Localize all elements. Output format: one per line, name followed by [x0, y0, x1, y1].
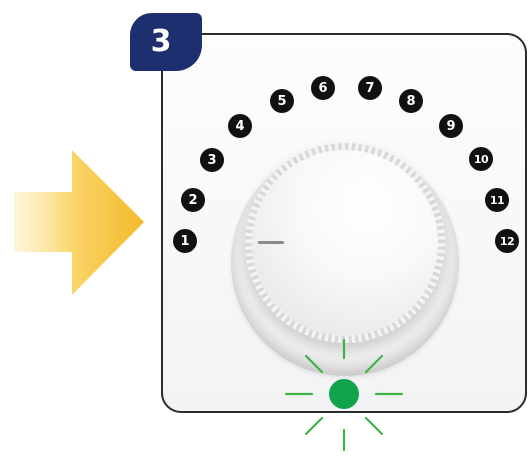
dial-number-8: 8 [399, 89, 423, 113]
dial-number-1: 1 [173, 229, 197, 253]
dial-number-9: 9 [439, 114, 463, 138]
dial-number-7: 7 [358, 76, 382, 100]
knob-indicator-mark [258, 241, 284, 244]
dial-number-3: 3 [200, 148, 224, 172]
step-badge: 3 [130, 13, 202, 71]
dial-number-12: 12 [495, 229, 519, 253]
dial-number-11: 11 [485, 188, 509, 212]
step-number: 3 [150, 23, 172, 59]
dial-number-10: 10 [469, 147, 493, 171]
right-arrow-icon [14, 150, 144, 295]
thermostat-illustration: 3 1 2 3 4 5 6 7 8 9 10 11 12 [0, 0, 529, 457]
dial-number-6: 6 [311, 76, 335, 100]
dial-number-4: 4 [228, 114, 252, 138]
dial-number-5: 5 [270, 89, 294, 113]
green-led-icon [284, 338, 404, 452]
dial-number-2: 2 [181, 188, 205, 212]
